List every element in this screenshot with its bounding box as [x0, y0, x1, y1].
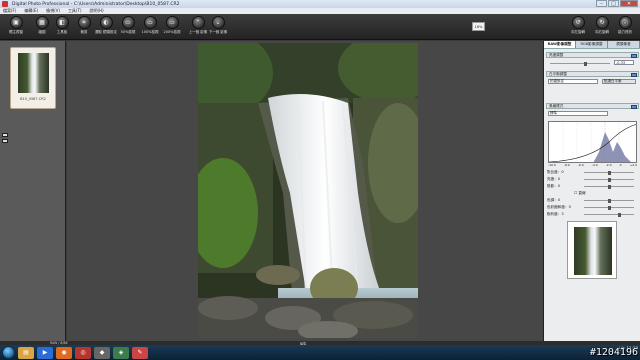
explorer-icon[interactable]: ▤	[18, 346, 34, 359]
tool-palette: RAW影像調整 RGB影像調整 鏡頭像差 亮度調整 -0.33 白平衡調整 拍攝…	[543, 41, 640, 341]
info-button[interactable]: ⓘ 能力資訊	[613, 16, 637, 38]
main-window-button[interactable]: ▣ 開主視窗	[4, 16, 28, 38]
info-icon: ⓘ	[618, 16, 632, 29]
zoom-100-icon: ▭	[143, 16, 157, 29]
white-balance-section-header: 白平衡調整	[546, 71, 639, 77]
navigator-image	[574, 227, 612, 275]
reset-icon[interactable]	[631, 104, 637, 109]
reset-icon[interactable]	[631, 53, 637, 58]
tab-rgb-adjust[interactable]: RGB影像調整	[576, 41, 608, 48]
rotate-left-button[interactable]: ↺ 向左旋轉	[566, 16, 590, 38]
saturation-slider[interactable]	[584, 205, 634, 210]
rating-icon[interactable]	[2, 139, 8, 143]
browser-icon[interactable]: ◉	[56, 346, 72, 359]
minimize-button[interactable]: –	[596, 0, 607, 7]
prev-image-icon: ⌃	[191, 16, 205, 29]
dpp-app-icon[interactable]: ◎	[75, 346, 91, 359]
thumbnail-filename: B10_0587.CR2	[20, 97, 46, 101]
contrast-row: 對比度：0	[547, 170, 564, 174]
zoom-200-button[interactable]: ▭ 200%檢視	[160, 16, 184, 38]
tab-raw-adjust[interactable]: RAW影像調整	[544, 41, 576, 48]
histogram-axis: -10.0 -8.0 -6.0 -4.0 -2.0 0 +2.0	[548, 163, 637, 167]
before-after-icon: ◐	[99, 16, 113, 29]
watermark-id: #1204196	[589, 347, 638, 358]
thumbnail-image	[18, 53, 49, 93]
navigator-thumbnail[interactable]	[567, 221, 617, 279]
tone-row: 色調：0	[547, 198, 561, 202]
window-controls: – □ ✕	[596, 0, 638, 7]
folder-icon: ▣	[9, 16, 23, 29]
tool-tabs: RAW影像調整 RGB影像調整 鏡頭像差	[544, 41, 640, 49]
shadows-row: 陰影：0	[547, 184, 561, 188]
linear-checkbox-row[interactable]: ☐ 直線	[574, 191, 586, 196]
tone-slider[interactable]	[584, 198, 634, 203]
brightness-value[interactable]: -0.33	[614, 60, 634, 65]
lens-setting-button[interactable]: ◐ 選取 鏡頭設定	[94, 16, 118, 38]
image-view	[67, 41, 543, 341]
check-mark-icon[interactable]	[2, 133, 8, 137]
thumbnail-icon: ▦	[35, 16, 49, 29]
taskbar: ▤ ▶ ◉ ◎ ◆ ◈ ✎ 上午 11:28	[0, 345, 640, 360]
title-bar: Digital Photo Professional - C:\Users\Ad…	[0, 0, 640, 8]
white-balance-select[interactable]: 拍攝設定	[548, 79, 598, 84]
zoom-50-icon: ▭	[121, 16, 135, 29]
brightness-slider[interactable]	[550, 61, 610, 66]
zoom-50-button[interactable]: ▭ 50%檢視	[116, 16, 140, 38]
brightness-tone-slider[interactable]	[584, 177, 634, 182]
zoom-readout[interactable]: 16%	[472, 22, 485, 31]
paint-icon[interactable]: ✎	[132, 346, 148, 359]
sharpness-slider[interactable]	[584, 212, 634, 217]
rotate-left-icon: ↺	[571, 16, 585, 29]
next-image-button[interactable]: ⌄ 下一個 影像	[206, 16, 230, 38]
zoom-200-icon: ▭	[165, 16, 179, 29]
start-button[interactable]	[2, 346, 15, 359]
maximize-button[interactable]: □	[608, 0, 619, 7]
window-title: Digital Photo Professional - C:\Users\Ad…	[12, 1, 180, 7]
waterfall-photo[interactable]	[198, 43, 418, 338]
game-icon[interactable]: ◆	[94, 346, 110, 359]
picture-style-section-header: 風格樣式	[546, 103, 639, 109]
brightness-section-header: 亮度調整	[546, 52, 639, 58]
rotate-right-button[interactable]: ↻ 向右旋轉	[590, 16, 614, 38]
close-button[interactable]: ✕	[620, 0, 638, 7]
picture-style-select[interactable]: 標準	[548, 111, 608, 116]
next-image-icon: ⌄	[211, 16, 225, 29]
rotate-right-icon: ↻	[595, 16, 609, 29]
thumbnail-card[interactable]: B10_0587.CR2	[10, 47, 56, 109]
crop-icon: ⌗	[77, 16, 91, 29]
tool-palette-button[interactable]: ◧ 工具板	[50, 16, 74, 38]
media-player-icon[interactable]: ▶	[37, 346, 53, 359]
thumbnail-panel: B10_0587.CR2	[0, 41, 66, 341]
tab-lens[interactable]: 鏡頭像差	[608, 41, 640, 48]
brightness-row: 亮度：0	[547, 177, 561, 181]
app-icon	[2, 1, 8, 7]
thumbnail-marks	[2, 133, 12, 143]
tone-curve-histogram[interactable]	[548, 121, 637, 163]
photo-canvas	[198, 43, 418, 338]
click-white-balance-button[interactable]: 點選白平衡	[602, 79, 636, 84]
crop-button[interactable]: ⌗ 裁剪	[72, 16, 96, 38]
zoom-100-button[interactable]: ▭ 100%檢視	[138, 16, 162, 38]
main-toolbar: ▣ 開主視窗 ▦ 縮圖 ◧ 工具板 ⌗ 裁剪 ◐ 選取 鏡頭設定 ▭ 50%檢視…	[0, 14, 640, 40]
viewer-icon[interactable]: ◈	[113, 346, 129, 359]
sharpness-row: 銳利度：3	[547, 212, 564, 216]
reset-icon[interactable]	[631, 72, 637, 77]
histogram-graph	[549, 122, 636, 162]
saturation-row: 色彩飽和度：0	[547, 205, 571, 209]
tool-palette-icon: ◧	[55, 16, 69, 29]
shadows-slider[interactable]	[584, 184, 634, 189]
contrast-slider[interactable]	[584, 170, 634, 175]
